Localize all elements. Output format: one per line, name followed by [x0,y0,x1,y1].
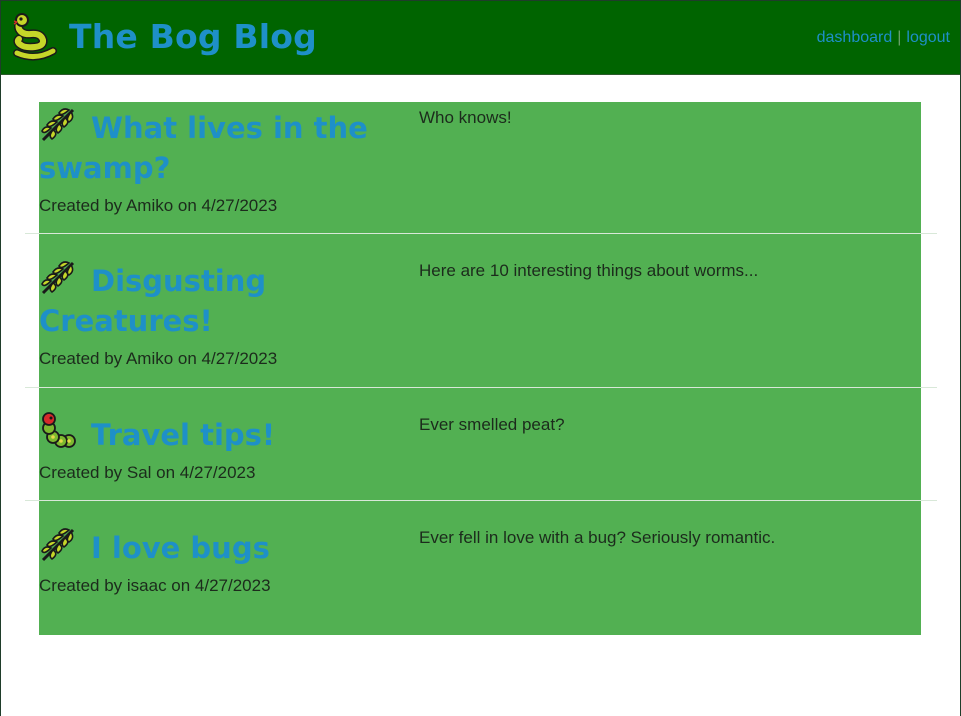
post-title-link[interactable]: Travel tips! [39,411,409,455]
nav-separator: | [897,29,902,46]
site-title[interactable]: The Bog Blog [69,13,317,61]
nav-logout-link[interactable]: logout [906,29,950,46]
post-meta: Created by Sal on 4/27/2023 [39,463,256,482]
post-body: Who knows! [419,108,512,127]
post-list: What lives in the swamp? Created by Amik… [39,102,921,635]
page-frame: The Bog Blog dashboard | logout What lives… [0,0,961,716]
top-nav: dashboard | logout [817,29,950,47]
post-title-text: Travel tips! [91,418,276,452]
post-divider [25,387,937,388]
post-meta: Created by Amiko on 4/27/2023 [39,349,278,368]
post-meta: Created by Amiko on 4/27/2023 [39,196,278,215]
leaf-icon [41,528,75,562]
site-header: The Bog Blog dashboard | logout [1,1,960,75]
post-body: Here are 10 interesting things about wor… [419,261,759,280]
post-divider [25,233,937,234]
snake-icon [13,13,57,61]
post-header: Disgusting Creatures! Created by Amiko o… [39,257,409,369]
post-header: Travel tips! Created by Sal on 4/27/2023 [39,411,409,483]
caterpillar-icon [42,412,76,448]
brand: The Bog Blog [13,13,317,61]
post-meta: Created by isaac on 4/27/2023 [39,576,271,595]
nav-dashboard-link[interactable]: dashboard [817,29,893,46]
post-body: Ever smelled peat? [419,415,565,434]
post-header: I love bugs Created by isaac on 4/27/202… [39,524,409,596]
post-title-link[interactable]: Disgusting Creatures! [39,257,409,341]
post-header: What lives in the swamp? Created by Amik… [39,104,409,216]
post-title-text: I love bugs [91,531,270,565]
leaf-icon [41,261,75,295]
post-divider [25,500,937,501]
post-title-text: What lives in the swamp? [39,111,368,185]
post-title-link[interactable]: I love bugs [39,524,409,568]
post-title-link[interactable]: What lives in the swamp? [39,104,409,188]
post-body: Ever fell in love with a bug? Seriously … [419,528,776,547]
leaf-icon [41,108,75,142]
